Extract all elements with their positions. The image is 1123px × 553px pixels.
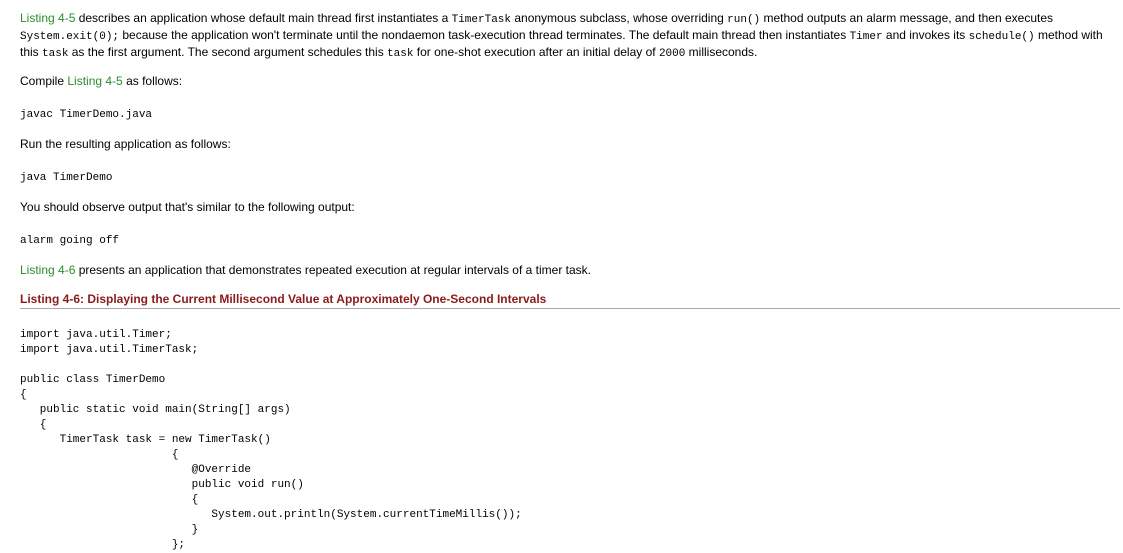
text: as follows: [122,74,183,88]
listing-4-5-link[interactable]: Listing 4-5 [20,11,75,25]
inline-code: task [42,48,69,60]
code-line: { [20,389,27,401]
inline-code: run() [727,14,761,26]
code-line: import java.util.Timer; [20,329,172,341]
text: anonymous subclass, whose overriding [511,11,728,25]
inline-code: task [387,48,414,60]
code-line: @Override [20,464,252,476]
program-output: alarm going off [20,235,120,247]
text: Compile [20,74,68,88]
code-listing: import java.util.Timer; import java.util.… [20,328,1120,553]
text: and invokes its [882,28,969,42]
inline-code: System.exit(0); [20,31,120,43]
code-line: public void run() [20,479,304,491]
code-line: }; [20,539,186,551]
code-line: TimerTask task = new TimerTask() [20,434,271,446]
code-line: { [20,494,199,506]
inline-code: Timer [849,31,883,43]
compile-command: javac TimerDemo.java [20,109,153,121]
text: describes an application whose default m… [75,11,452,25]
code-line: } [20,524,199,536]
code-line: public class TimerDemo [20,374,166,386]
inline-code: TimerTask [451,14,512,26]
intro-paragraph: Listing 4-5 describes an application who… [20,11,1120,62]
code-line: import java.util.TimerTask; [20,344,199,356]
document-page: Listing 4-5 describes an application who… [20,11,1120,553]
observe-paragraph: You should observe output that's similar… [20,200,355,214]
text: milliseconds. [685,45,758,59]
text: for one-shot execution after an initial … [413,45,659,59]
code-line: { [20,449,179,461]
code-line: public static void main(String[] args) [20,404,291,416]
text: as the first argument. The second argume… [68,45,388,59]
inline-code: 2000 [658,48,686,60]
code-line: { [20,419,47,431]
code-line: System.out.println(System.currentTimeMil… [20,509,522,521]
run-command: java TimerDemo [20,172,113,184]
text: presents an application that demonstrate… [75,263,591,277]
inline-code: schedule() [968,31,1035,43]
compile-paragraph: Compile Listing 4-5 as follows: [20,74,1120,89]
listing-title: Listing 4-6: Displaying the Current Mill… [20,292,1120,309]
listing-4-5-link[interactable]: Listing 4-5 [67,74,122,88]
listing-4-6-paragraph: Listing 4-6 presents an application that… [20,263,1120,278]
run-paragraph: Run the resulting application as follows… [20,137,231,151]
text: method outputs an alarm message, and the… [760,11,1054,25]
listing-4-6-link[interactable]: Listing 4-6 [20,263,75,277]
text: because the application won't terminate … [119,28,850,42]
